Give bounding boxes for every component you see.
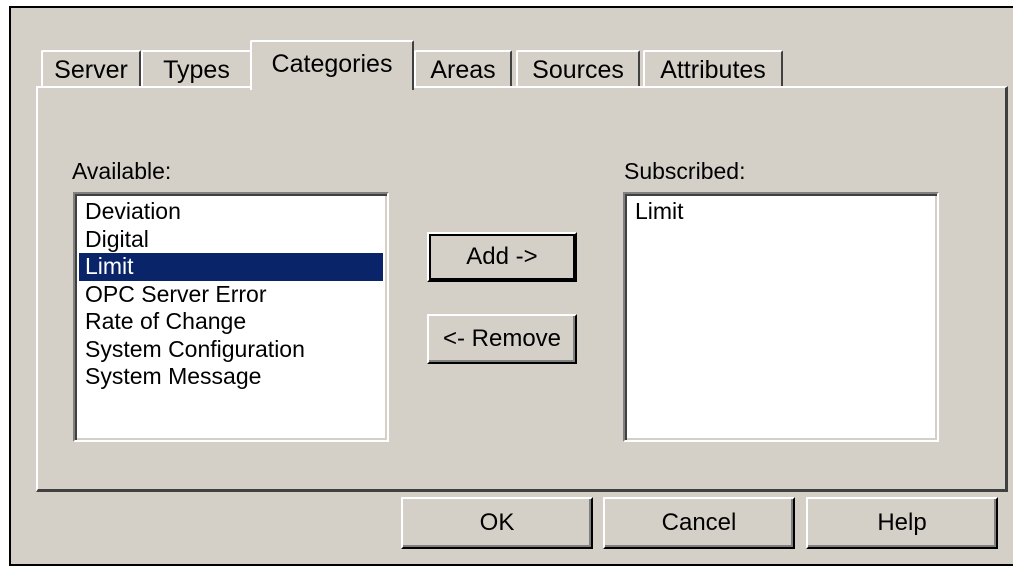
tab-server[interactable]: Server xyxy=(41,50,141,88)
tab-sources[interactable]: Sources xyxy=(516,50,640,88)
properties-dialog: Server Types Categories Areas Sources At… xyxy=(9,6,1013,566)
list-item[interactable]: Deviation xyxy=(79,198,383,226)
tab-types-label: Types xyxy=(163,55,230,84)
help-button[interactable]: Help xyxy=(806,497,998,549)
tab-categories[interactable]: Categories xyxy=(250,40,414,90)
cancel-button[interactable]: Cancel xyxy=(603,497,795,549)
list-item-selected[interactable]: Limit xyxy=(79,253,383,281)
list-item[interactable]: Limit xyxy=(629,198,933,226)
ok-button[interactable]: OK xyxy=(401,497,593,549)
list-item[interactable]: OPC Server Error xyxy=(79,281,383,309)
remove-button[interactable]: <- Remove xyxy=(427,314,577,364)
categories-panel: Available: Deviation Digital Limit OPC S… xyxy=(36,86,1008,492)
available-label: Available: xyxy=(72,158,172,184)
tab-categories-label: Categories xyxy=(271,50,393,78)
list-item[interactable]: Digital xyxy=(79,226,383,254)
tab-attributes[interactable]: Attributes xyxy=(643,50,783,88)
tab-areas-label: Areas xyxy=(430,55,496,84)
available-listbox[interactable]: Deviation Digital Limit OPC Server Error… xyxy=(73,192,389,442)
tab-types[interactable]: Types xyxy=(141,50,252,88)
tab-sources-label: Sources xyxy=(532,55,624,84)
list-item[interactable]: Rate of Change xyxy=(79,308,383,336)
tab-areas[interactable]: Areas xyxy=(414,50,512,88)
list-item[interactable]: System Message xyxy=(79,363,383,391)
tab-attributes-label: Attributes xyxy=(660,55,766,84)
tab-server-label: Server xyxy=(54,55,128,84)
subscribed-label: Subscribed: xyxy=(624,158,746,184)
list-item[interactable]: System Configuration xyxy=(79,336,383,364)
add-button[interactable]: Add -> xyxy=(427,232,577,282)
subscribed-listbox[interactable]: Limit xyxy=(623,192,939,442)
